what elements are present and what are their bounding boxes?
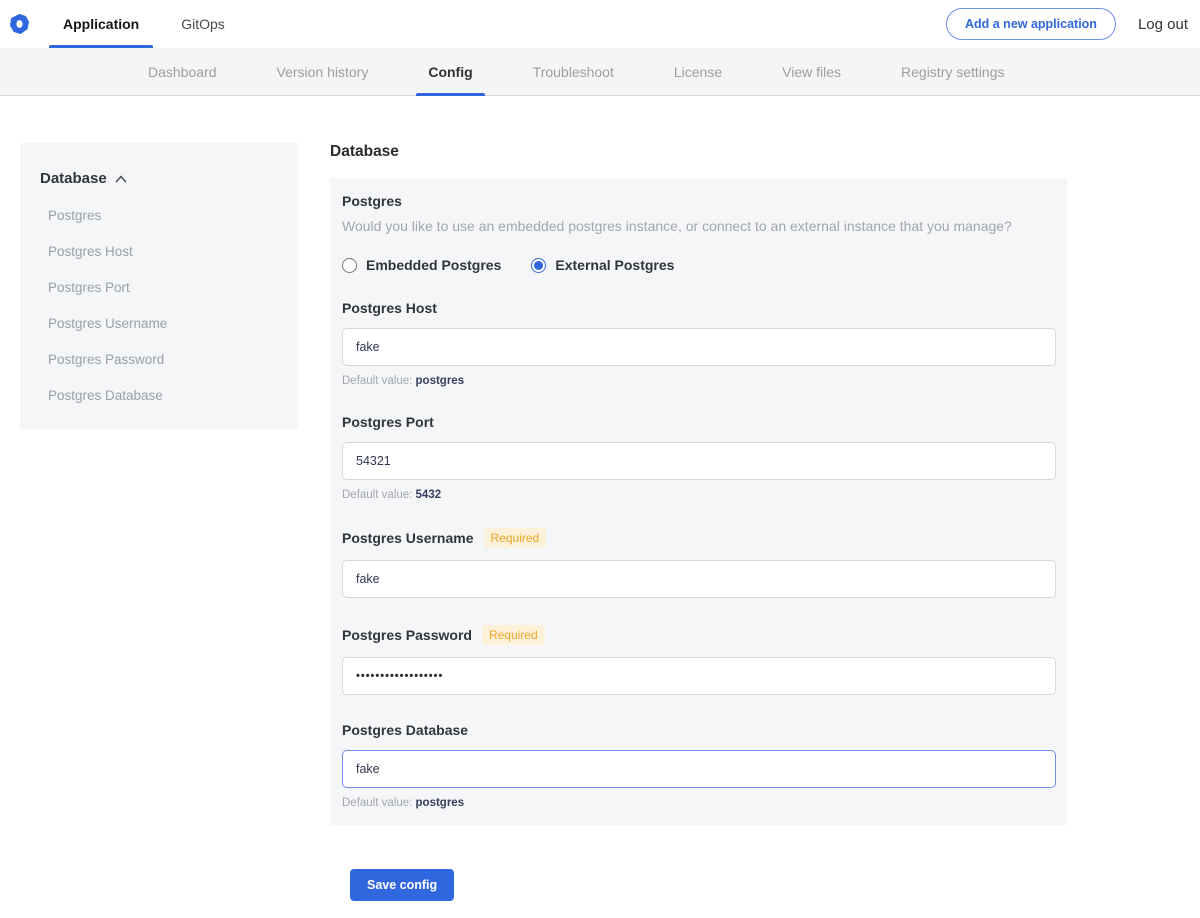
required-badge: Required <box>482 625 545 645</box>
postgres-host-input[interactable] <box>342 328 1056 366</box>
subnav-item-troubleshoot[interactable]: Troubleshoot <box>521 48 626 95</box>
postgres-help-text: Would you like to use an embedded postgr… <box>342 218 1055 234</box>
sidebar-item-postgres-password[interactable]: Postgres Password <box>40 352 278 367</box>
sidebar-group-database-label: Database <box>40 170 107 187</box>
subnav-item-registry-settings[interactable]: Registry settings <box>889 48 1016 95</box>
logout-link[interactable]: Log out <box>1138 16 1188 33</box>
subnav-item-dashboard[interactable]: Dashboard <box>136 48 229 95</box>
add-new-application-button[interactable]: Add a new application <box>946 8 1116 40</box>
subnav-item-view-files[interactable]: View files <box>770 48 853 95</box>
sidebar-item-postgres-database[interactable]: Postgres Database <box>40 388 278 403</box>
postgres-database-label: Postgres Database <box>342 722 468 738</box>
sidebar-item-postgres-username[interactable]: Postgres Username <box>40 316 278 331</box>
radio-external-postgres-input[interactable] <box>531 258 546 273</box>
top-navbar: Application GitOps Add a new application… <box>0 0 1200 48</box>
database-group-panel: Postgres Would you like to use an embedd… <box>330 178 1067 825</box>
postgres-host-default: Default value: postgres <box>342 375 1055 387</box>
postgres-item-title: Postgres <box>342 193 1055 209</box>
app-logo-icon[interactable] <box>10 0 29 48</box>
subnav-item-config[interactable]: Config <box>416 48 484 95</box>
postgres-database-default: Default value: postgres <box>342 797 1055 809</box>
postgres-port-label: Postgres Port <box>342 414 434 430</box>
required-badge: Required <box>484 528 547 548</box>
app-subnav: Dashboard Version history Config Trouble… <box>0 48 1200 96</box>
sidebar-item-postgres-host[interactable]: Postgres Host <box>40 244 278 259</box>
postgres-password-label: Postgres Password <box>342 627 472 643</box>
config-group-title: Database <box>330 143 1067 161</box>
postgres-port-input[interactable] <box>342 442 1056 480</box>
sidebar-group-database[interactable]: Database <box>40 170 278 187</box>
chevron-up-icon <box>115 175 127 183</box>
config-main: Database Postgres Would you like to use … <box>330 143 1067 918</box>
sidebar-item-postgres[interactable]: Postgres <box>40 208 278 223</box>
postgres-host-label: Postgres Host <box>342 300 437 316</box>
radio-embedded-postgres-input[interactable] <box>342 258 357 273</box>
tab-application[interactable]: Application <box>49 0 153 48</box>
subnav-item-license[interactable]: License <box>662 48 734 95</box>
tab-gitops-label: GitOps <box>181 16 225 32</box>
postgres-database-input[interactable] <box>342 750 1056 788</box>
postgres-password-input[interactable] <box>342 657 1056 695</box>
config-sidebar: Database Postgres Postgres Host Postgres… <box>20 143 298 429</box>
postgres-username-input[interactable] <box>342 560 1056 598</box>
tab-gitops[interactable]: GitOps <box>167 0 239 48</box>
subnav-item-version-history[interactable]: Version history <box>265 48 381 95</box>
sidebar-item-postgres-port[interactable]: Postgres Port <box>40 280 278 295</box>
postgres-port-default: Default value: 5432 <box>342 489 1055 501</box>
postgres-mode-radio-group: Embedded Postgres External Postgres <box>342 257 1055 273</box>
radio-external-postgres[interactable]: External Postgres <box>531 257 674 273</box>
radio-embedded-postgres[interactable]: Embedded Postgres <box>342 257 501 273</box>
tab-application-label: Application <box>63 16 139 32</box>
config-page: Database Postgres Postgres Host Postgres… <box>0 96 1200 918</box>
topnav-right: Add a new application Log out <box>946 0 1188 48</box>
postgres-username-label: Postgres Username <box>342 530 474 546</box>
